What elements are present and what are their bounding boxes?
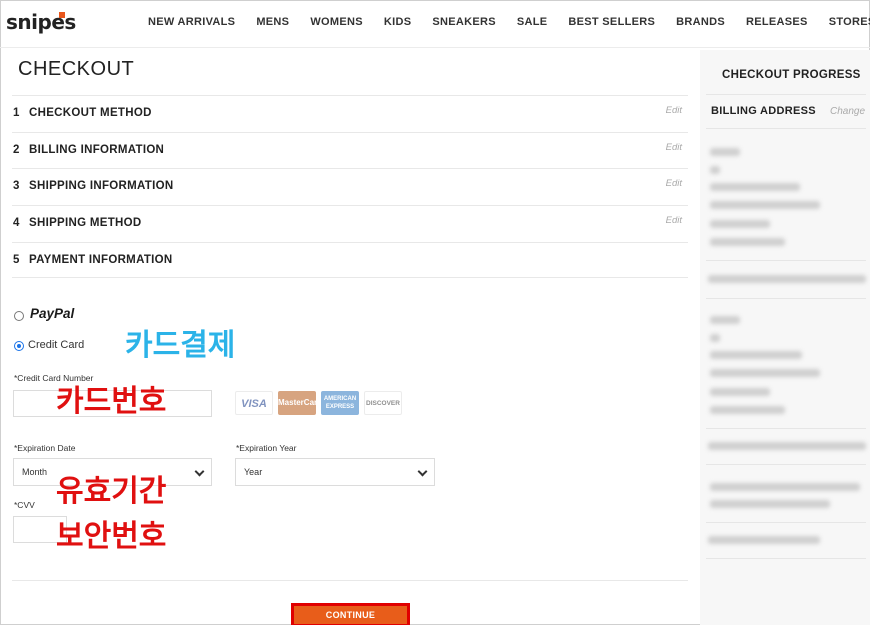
divider [12,580,688,581]
divider [706,260,866,261]
billing-address-heading: BILLING ADDRESS [711,105,816,117]
edit-link[interactable]: Edit [666,178,682,189]
site-header: snipes NEW ARRIVALS MENS WOMENS KIDS SNE… [0,0,870,48]
blurred-text [710,183,800,191]
expiration-date-label: *Expiration Date [14,443,76,453]
divider [706,558,866,559]
cvv-label: *CVV [14,500,35,510]
nav-releases[interactable]: RELEASES [746,16,808,28]
blurred-text [710,148,740,156]
divider [706,522,866,523]
blurred-text [708,536,820,544]
checkout-steps: 1 CHECKOUT METHOD Edit 2 BILLING INFORMA… [12,95,688,279]
blurred-text [708,275,866,283]
snipes-logo[interactable]: snipes [6,10,76,34]
divider [706,464,866,465]
checkout-progress-title: CHECKOUT PROGRESS [722,69,861,81]
divider [706,428,866,429]
paypal-logo[interactable]: PayPal [30,306,74,321]
edit-link[interactable]: Edit [666,105,682,116]
step-payment-information: 5 PAYMENT INFORMATION [12,241,688,279]
nav-womens[interactable]: WOMENS [310,16,363,28]
divider [706,128,866,129]
nav-stores[interactable]: STORES [829,16,870,28]
step-label: SHIPPING METHOD [29,217,142,230]
nav-sale[interactable]: SALE [517,16,548,28]
credit-card-label[interactable]: Credit Card [28,339,84,351]
step-number: 3 [13,180,20,193]
continue-button[interactable]: CONTINUE [291,603,410,625]
blurred-text [708,442,866,450]
nav-kids[interactable]: KIDS [384,16,411,28]
blurred-text [710,406,785,414]
step-number: 5 [13,253,20,266]
blurred-text [710,220,770,228]
annotation-security-code: 보안번호 [56,519,167,554]
blurred-text [710,500,830,508]
blurred-text [710,238,785,246]
annotation-card-payment: 카드결제 [125,328,236,363]
blurred-text [710,351,802,359]
expiration-year-value: Year [244,467,263,477]
step-label: SHIPPING INFORMATION [29,180,174,193]
step-number: 1 [13,107,20,119]
chevron-down-icon [194,466,205,477]
nav-best-sellers[interactable]: BEST SELLERS [568,16,655,28]
expiration-month-value: Month [22,467,48,477]
blurred-text [710,483,860,491]
expiration-year-select[interactable]: Year [235,458,435,486]
divider [706,94,866,95]
step-billing-information: 2 BILLING INFORMATION Edit [12,131,688,169]
amex-icon: AMERICAN EXPRESS [321,391,359,415]
step-label: BILLING INFORMATION [29,143,165,156]
step-checkout-method: 1 CHECKOUT METHOD Edit [12,95,688,132]
edit-link[interactable]: Edit [666,142,682,153]
expiration-year-label: *Expiration Year [236,443,297,453]
blurred-text [710,201,820,209]
visa-icon: VISA [235,391,273,415]
nav-brands[interactable]: BRANDS [676,16,725,28]
blurred-text [710,369,820,377]
mastercard-icon: MasterCard [278,391,322,415]
nav-new-arrivals[interactable]: NEW ARRIVALS [148,16,235,28]
step-number: 2 [13,143,20,156]
blurred-text [710,166,720,174]
change-link[interactable]: Change [830,106,865,117]
step-number: 4 [13,217,20,230]
step-label: CHECKOUT METHOD [29,107,152,119]
annotation-expiration: 유효기간 [56,474,167,509]
divider [706,298,866,299]
nav-sneakers[interactable]: SNEAKERS [432,16,496,28]
edit-link[interactable]: Edit [666,215,682,226]
paypal-radio[interactable] [14,311,24,321]
step-shipping-method: 4 SHIPPING METHOD Edit [12,205,688,242]
annotation-card-number: 카드번호 [56,384,167,419]
blurred-text [710,334,720,342]
step-shipping-information: 3 SHIPPING INFORMATION Edit [12,168,688,205]
blurred-text [710,388,770,396]
discover-icon: DISCOVER [364,391,402,415]
blurred-text [710,316,740,324]
main-nav: NEW ARRIVALS MENS WOMENS KIDS SNEAKERS S… [148,16,870,28]
credit-card-radio[interactable] [14,341,24,351]
accepted-cards: VISA MasterCard AMERICAN EXPRESS DISCOVE… [235,391,402,415]
step-label: PAYMENT INFORMATION [29,253,173,266]
page-title: CHECKOUT [18,58,135,80]
nav-mens[interactable]: MENS [256,16,289,28]
logo-accent-square [59,12,65,18]
chevron-down-icon [417,466,428,477]
